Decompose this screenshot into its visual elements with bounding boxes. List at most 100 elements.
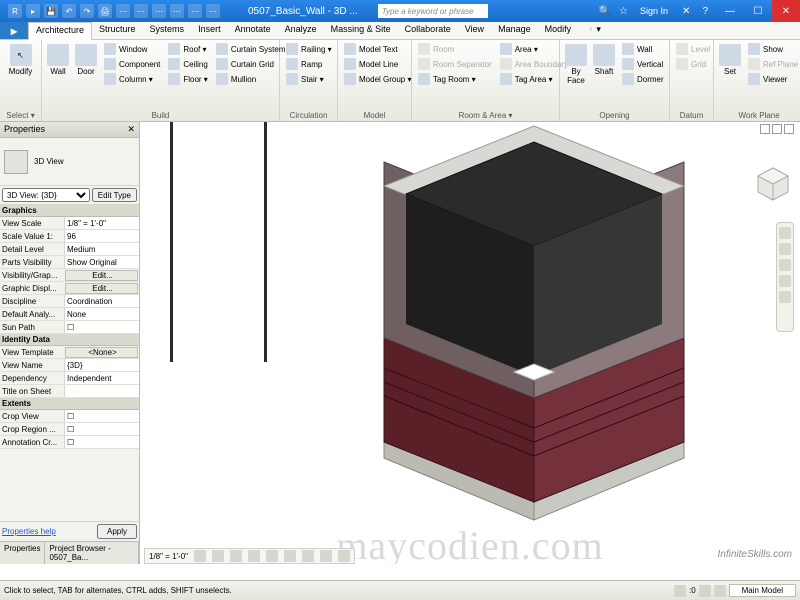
- search-input[interactable]: Type a keyword or phrase: [378, 4, 488, 18]
- tab-insert[interactable]: Insert: [191, 22, 228, 39]
- app-menu-button[interactable]: ▸: [0, 22, 28, 39]
- curtainsystem-button[interactable]: Curtain System: [213, 42, 289, 56]
- property-row[interactable]: Parts VisibilityShow Original: [0, 256, 139, 269]
- group-extents[interactable]: Extents: [0, 398, 139, 410]
- qat-icon[interactable]: ⋯: [134, 4, 148, 18]
- property-row[interactable]: Crop View☐: [0, 410, 139, 423]
- tab-extra[interactable]: ▫️▾: [578, 22, 608, 39]
- shaft-button[interactable]: Shaft: [591, 42, 617, 78]
- ramp-button[interactable]: Ramp: [283, 57, 335, 71]
- set-button[interactable]: Set: [717, 42, 743, 78]
- tab-manage[interactable]: Manage: [491, 22, 538, 39]
- property-row[interactable]: DependencyIndependent: [0, 372, 139, 385]
- ceiling-button[interactable]: Ceiling: [165, 57, 210, 71]
- type-preview[interactable]: 3D View: [0, 138, 139, 186]
- apply-button[interactable]: Apply: [97, 524, 137, 539]
- refplane-button[interactable]: Ref Plane: [745, 57, 800, 71]
- crop-icon[interactable]: [284, 550, 296, 562]
- room-button[interactable]: Room: [415, 42, 495, 56]
- property-value[interactable]: ☐: [64, 321, 139, 333]
- property-value[interactable]: {3D}: [64, 359, 139, 371]
- detail-icon[interactable]: [194, 550, 206, 562]
- vertical-button[interactable]: Vertical: [619, 57, 667, 71]
- grid-button[interactable]: Grid: [673, 57, 713, 71]
- window-button[interactable]: Window: [101, 42, 163, 56]
- sunpath-icon[interactable]: [230, 550, 242, 562]
- edit-type-button[interactable]: Edit Type: [92, 188, 137, 202]
- qat-redo-icon[interactable]: ↷: [80, 4, 94, 18]
- property-row[interactable]: View Template<None>: [0, 346, 139, 359]
- qat-icon[interactable]: ⋯: [116, 4, 130, 18]
- roof-button[interactable]: Roof ▾: [165, 42, 210, 56]
- modify-button[interactable]: ↖Modify: [3, 42, 38, 78]
- property-row[interactable]: Detail LevelMedium: [0, 243, 139, 256]
- tab-modify[interactable]: Modify: [538, 22, 579, 39]
- shadows-icon[interactable]: [248, 550, 260, 562]
- close-button[interactable]: ✕: [772, 0, 800, 22]
- viewer-button[interactable]: Viewer: [745, 72, 800, 86]
- tab-collaborate[interactable]: Collaborate: [398, 22, 458, 39]
- property-value[interactable]: None: [64, 308, 139, 320]
- navigation-bar[interactable]: [776, 222, 794, 332]
- property-row[interactable]: Annotation Cr...☐: [0, 436, 139, 449]
- railing-button[interactable]: Railing ▾: [283, 42, 335, 56]
- exchange-icon[interactable]: ✕: [678, 6, 694, 17]
- property-value[interactable]: ☐: [64, 436, 139, 448]
- modelgroup-button[interactable]: Model Group ▾: [341, 72, 414, 86]
- property-value[interactable]: 1/8" = 1'-0": [64, 217, 139, 229]
- status-icon[interactable]: [699, 585, 711, 597]
- maximize-button[interactable]: ☐: [744, 0, 772, 22]
- qat-undo-icon[interactable]: ↶: [62, 4, 76, 18]
- property-row[interactable]: View Scale1/8" = 1'-0": [0, 217, 139, 230]
- nav-orbit-icon[interactable]: [779, 275, 791, 287]
- tab-architecture[interactable]: Architecture: [28, 22, 92, 40]
- nav-pan-icon[interactable]: [779, 243, 791, 255]
- property-value[interactable]: Independent: [64, 372, 139, 384]
- property-row[interactable]: Sun Path☐: [0, 321, 139, 334]
- qat-print-icon[interactable]: 🖨: [98, 4, 112, 18]
- door-button[interactable]: Door: [73, 42, 99, 78]
- qat-icon[interactable]: ⋯: [206, 4, 220, 18]
- property-value[interactable]: 96: [64, 230, 139, 242]
- tab-view[interactable]: View: [458, 22, 491, 39]
- level-button[interactable]: Level: [673, 42, 713, 56]
- tagroom-button[interactable]: Tag Room ▾: [415, 72, 495, 86]
- column-button[interactable]: Column ▾: [101, 72, 163, 86]
- wallopening-button[interactable]: Wall: [619, 42, 667, 56]
- property-row[interactable]: Graphic Displ...Edit...: [0, 282, 139, 295]
- type-selector[interactable]: 3D View: {3D}: [2, 188, 90, 202]
- nav-wheel-icon[interactable]: [779, 227, 791, 239]
- hide-icon[interactable]: [302, 550, 314, 562]
- tab-systems[interactable]: Systems: [143, 22, 192, 39]
- property-value[interactable]: Coordination: [64, 295, 139, 307]
- tab-structure[interactable]: Structure: [92, 22, 143, 39]
- roomseparator-button[interactable]: Room Separator: [415, 57, 495, 71]
- property-value[interactable]: [64, 385, 139, 397]
- show-button[interactable]: Show: [745, 42, 800, 56]
- property-value[interactable]: ☐: [64, 423, 139, 435]
- bottom-tab-properties[interactable]: Properties: [0, 542, 45, 564]
- modelline-button[interactable]: Model Line: [341, 57, 414, 71]
- property-row[interactable]: View Name{3D}: [0, 359, 139, 372]
- infocenter-icon[interactable]: 🔍: [597, 6, 613, 17]
- property-row[interactable]: Title on Sheet: [0, 385, 139, 398]
- wall-button[interactable]: Wall: [45, 42, 71, 78]
- design-option-selector[interactable]: Main Model: [729, 584, 796, 597]
- component-button[interactable]: Component: [101, 57, 163, 71]
- qat-icon[interactable]: ⋯: [188, 4, 202, 18]
- properties-help-link[interactable]: Properties help: [2, 527, 56, 536]
- floor-button[interactable]: Floor ▾: [165, 72, 210, 86]
- property-row[interactable]: Scale Value 1:96: [0, 230, 139, 243]
- property-value[interactable]: Medium: [64, 243, 139, 255]
- nav-look-icon[interactable]: [779, 291, 791, 303]
- mullion-button[interactable]: Mullion: [213, 72, 289, 86]
- scale-label[interactable]: 1/8" = 1'-0": [149, 552, 188, 561]
- property-row[interactable]: Default Analy...None: [0, 308, 139, 321]
- property-row[interactable]: Visibility/Grap...Edit...: [0, 269, 139, 282]
- tab-analyze[interactable]: Analyze: [278, 22, 324, 39]
- modeltext-button[interactable]: Model Text: [341, 42, 414, 56]
- tab-annotate[interactable]: Annotate: [228, 22, 278, 39]
- property-row[interactable]: DisciplineCoordination: [0, 295, 139, 308]
- qat-logo[interactable]: R: [8, 4, 22, 18]
- group-identity[interactable]: Identity Data: [0, 334, 139, 346]
